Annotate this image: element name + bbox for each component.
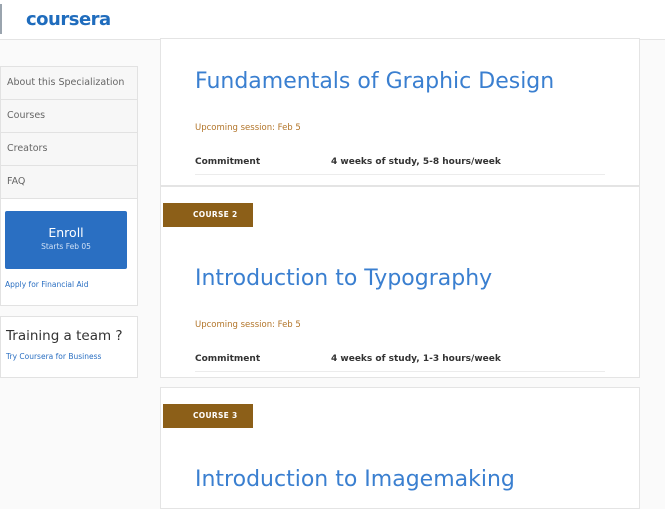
course-title-1[interactable]: Fundamentals of Graphic Design [195,69,554,94]
course-card-2: COURSE 2 Introduction to Typography Upco… [160,186,640,378]
commitment-label-2: Commitment [195,354,261,364]
top-bar: coursera [0,0,665,40]
session-2: Upcoming session: Feb 5 [195,320,301,330]
financial-aid-link[interactable]: Apply for Financial Aid [5,280,88,289]
enroll-button[interactable]: Enroll Starts Feb 05 [5,211,127,269]
course-badge-3: COURSE 3 [163,404,253,428]
sidebar: About this Specialization Courses Creato… [0,66,138,378]
team-title: Training a team ? [6,328,123,344]
commitment-row-1: Commitment 4 weeks of study, 5-8 hours/w… [195,152,605,175]
sidebar-item-about[interactable]: About this Specialization [1,67,137,100]
course-badge-2: COURSE 2 [163,203,253,227]
sidebar-item-faq[interactable]: FAQ [1,166,137,198]
commitment-row-2: Commitment 4 weeks of study, 1-3 hours/w… [195,349,605,372]
window-edge [0,4,2,34]
commitment-label-1: Commitment [195,157,261,167]
course-title-3[interactable]: Introduction to Imagemaking [195,467,515,492]
session-1: Upcoming session: Feb 5 [195,123,301,133]
enroll-start-date: Starts Feb 05 [41,242,91,251]
sidebar-item-courses[interactable]: Courses [1,100,137,133]
enroll-button-label: Enroll [48,225,84,240]
business-link[interactable]: Try Coursera for Business [6,352,101,361]
course-title-2[interactable]: Introduction to Typography [195,266,492,291]
sidebar-nav: About this Specialization Courses Creato… [0,66,138,199]
commitment-value-1: 4 weeks of study, 5-8 hours/week [331,157,501,167]
enroll-box: Enroll Starts Feb 05 Apply for Financial… [0,199,138,306]
commitment-value-2: 4 weeks of study, 1-3 hours/week [331,354,501,364]
course-card-1: Fundamentals of Graphic Design Upcoming … [160,38,640,186]
coursera-logo[interactable]: coursera [26,9,111,30]
sidebar-item-creators[interactable]: Creators [1,133,137,166]
team-box: Training a team ? Try Coursera for Busin… [0,316,138,378]
course-card-3: COURSE 3 Introduction to Imagemaking [160,387,640,509]
